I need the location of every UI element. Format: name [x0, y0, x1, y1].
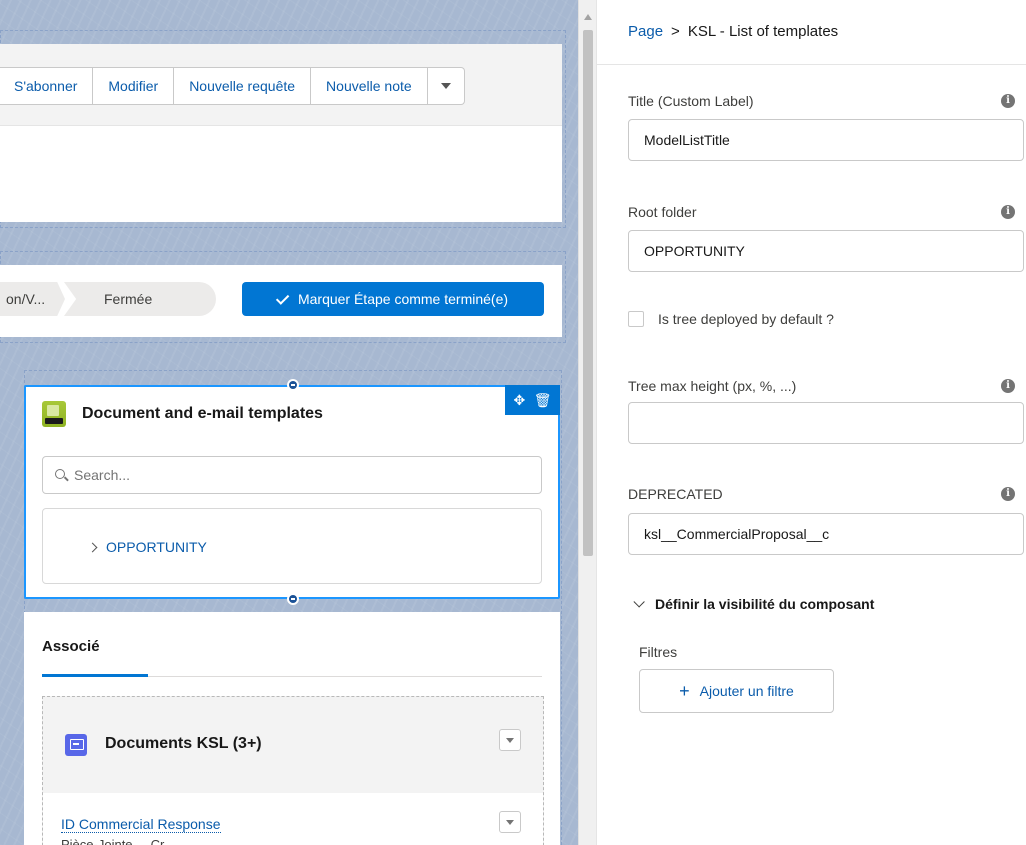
template-search[interactable]: [42, 456, 542, 494]
ksl-logo-icon: [42, 401, 66, 427]
tree-node-opportunity[interactable]: OPPORTUNITY: [87, 539, 207, 555]
search-icon: [55, 468, 68, 482]
visibility-heading: Définir la visibilité du composant: [655, 596, 875, 612]
info-icon[interactable]: i: [1001, 94, 1015, 108]
tree-max-height-label: Tree max height (px, %, ...): [628, 378, 797, 394]
info-icon[interactable]: i: [1001, 487, 1015, 501]
template-search-input[interactable]: [74, 467, 494, 483]
tab-related[interactable]: Associé: [42, 638, 100, 671]
more-actions-button[interactable]: [428, 68, 464, 104]
related-list-menu-button[interactable]: [499, 729, 521, 751]
tree-deployed-checkbox-row[interactable]: Is tree deployed by default ?: [628, 311, 834, 327]
tree-deployed-label: Is tree deployed by default ?: [658, 311, 834, 327]
filters-label: Filtres: [639, 644, 678, 660]
add-component-below-icon[interactable]: [287, 593, 299, 605]
path-stage-closed[interactable]: Fermée: [64, 282, 216, 316]
chevron-down-icon: [633, 596, 645, 608]
title-field[interactable]: [628, 119, 1024, 161]
caret-down-icon: [506, 737, 514, 743]
breadcrumb-current: KSL - List of templates: [687, 23, 839, 40]
component-toolbar: ✥ 🗑: [505, 385, 560, 415]
tree-node-label[interactable]: OPPORTUNITY: [106, 539, 207, 555]
deprecated-label: DEPRECATED: [628, 486, 723, 502]
related-list-header: Documents KSL (3+): [43, 697, 543, 793]
tree-deployed-checkbox[interactable]: [628, 311, 644, 327]
visibility-section-toggle[interactable]: Définir la visibilité du composant: [633, 596, 874, 612]
info-icon[interactable]: i: [1001, 379, 1015, 393]
move-icon[interactable]: ✥: [513, 392, 525, 409]
active-tab-indicator: [42, 674, 148, 677]
selected-component-ksl-templates[interactable]: ✥ 🗑 Document and e-mail templates OPPORT…: [24, 379, 560, 605]
record-row-menu-button[interactable]: [499, 811, 521, 833]
document-list-icon: [65, 734, 87, 756]
breadcrumb: Page > KSL - List of templates: [628, 23, 838, 40]
scrollbar-thumb[interactable]: [583, 30, 593, 556]
path-stage-previous[interactable]: on/V...: [0, 282, 65, 316]
action-strip: S'abonner Modifier Nouvelle requête Nouv…: [0, 44, 562, 126]
property-panel: Page > KSL - List of templates Title (Cu…: [596, 0, 1026, 845]
add-filter-button[interactable]: + Ajouter un filtre: [639, 669, 834, 713]
record-subtitle: Pièce-Jointe ... Cr...: [61, 837, 175, 845]
mark-stage-complete-button[interactable]: Marquer Étape comme terminé(e): [242, 282, 544, 316]
template-tree: OPPORTUNITY: [42, 508, 542, 584]
new-note-button[interactable]: Nouvelle note: [311, 68, 428, 104]
add-filter-label: Ajouter un filtre: [699, 683, 794, 699]
action-button-group: S'abonner Modifier Nouvelle requête Nouv…: [0, 67, 465, 105]
root-folder-label: Root folder: [628, 204, 697, 220]
scroll-up-arrow-icon[interactable]: [584, 14, 592, 20]
page-canvas: S'abonner Modifier Nouvelle requête Nouv…: [0, 0, 578, 845]
record-header-card[interactable]: S'abonner Modifier Nouvelle requête Nouv…: [0, 44, 562, 222]
check-icon: [275, 290, 290, 305]
trash-icon[interactable]: 🗑: [534, 392, 552, 409]
plus-icon: +: [679, 681, 690, 701]
breadcrumb-separator: >: [671, 23, 680, 40]
component-header: Document and e-mail templates: [42, 401, 323, 427]
related-list-body: ID Commercial Response Pièce-Jointe ... …: [43, 793, 543, 845]
panel-divider: [597, 64, 1026, 65]
related-list-title: Documents KSL (3+): [105, 735, 262, 752]
path-card[interactable]: on/V... Fermée Marquer Étape comme termi…: [0, 265, 562, 337]
subscribe-button[interactable]: S'abonner: [0, 68, 94, 104]
breadcrumb-page-link[interactable]: Page: [628, 23, 663, 40]
mark-stage-complete-label: Marquer Étape comme terminé(e): [297, 291, 509, 307]
component-title: Document and e-mail templates: [82, 405, 323, 422]
info-icon[interactable]: i: [1001, 205, 1015, 219]
root-folder-field[interactable]: [628, 230, 1024, 272]
chevron-right-icon[interactable]: [87, 542, 98, 552]
caret-down-icon: [440, 83, 451, 89]
new-request-button[interactable]: Nouvelle requête: [174, 68, 312, 104]
edit-button[interactable]: Modifier: [93, 68, 175, 104]
canvas-scrollbar[interactable]: [578, 0, 596, 845]
tree-max-height-field[interactable]: [628, 402, 1024, 444]
record-link[interactable]: ID Commercial Response: [61, 816, 221, 833]
title-field-label: Title (Custom Label): [628, 93, 754, 109]
add-component-above-icon[interactable]: [287, 379, 299, 391]
caret-down-icon: [506, 819, 514, 825]
related-list-documents-ksl[interactable]: Documents KSL (3+) ID Commercial Respons…: [42, 696, 544, 845]
related-card[interactable]: Associé Documents KSL (3+) ID Commercial…: [24, 612, 560, 845]
deprecated-field[interactable]: [628, 513, 1024, 555]
